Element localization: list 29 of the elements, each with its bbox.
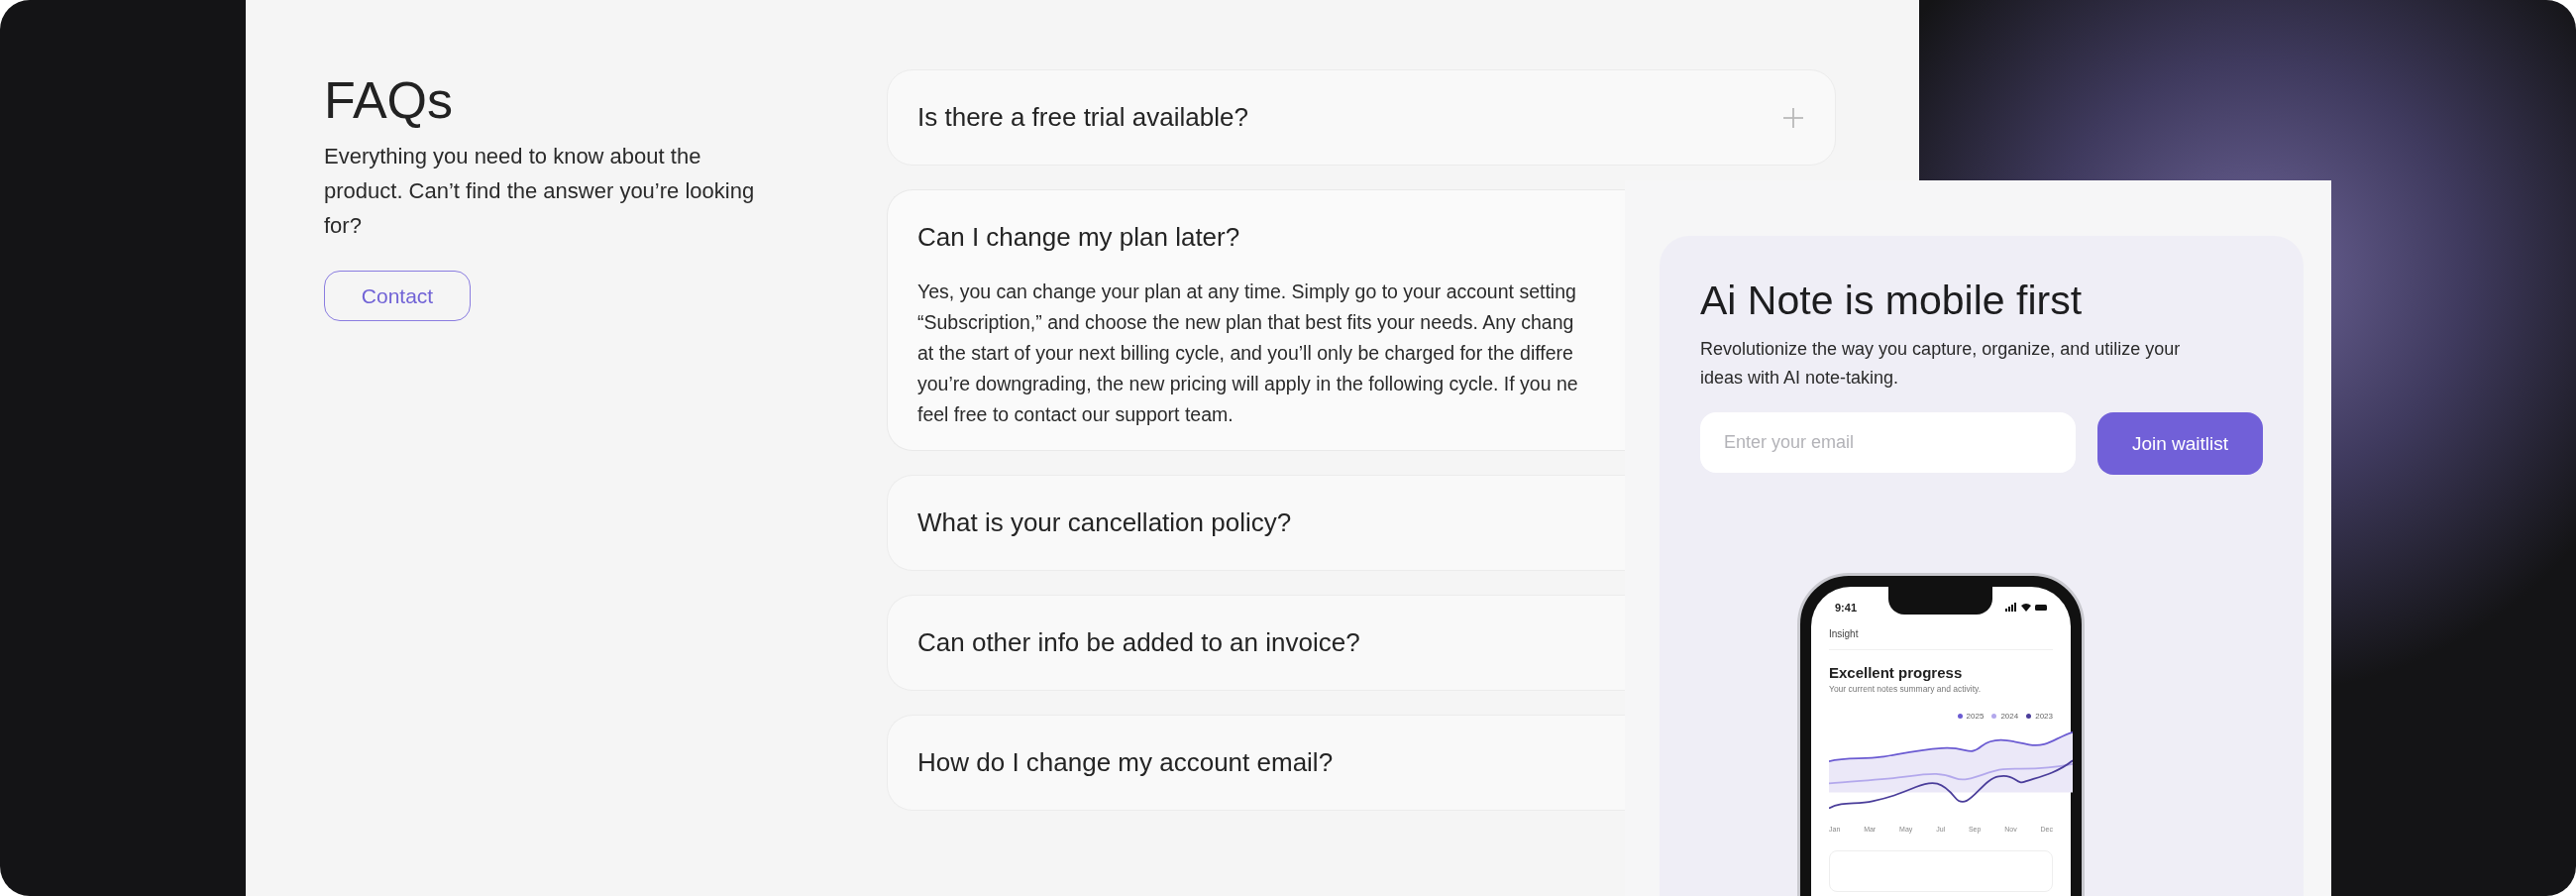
- faq-subtitle: Everything you need to know about the product. Can’t find the answer you’re looking for?: [324, 143, 756, 240]
- email-field[interactable]: Enter your email: [1700, 412, 2076, 473]
- faq-item[interactable]: How do I change my account email?: [887, 715, 1625, 811]
- legend-label: 2024: [2000, 712, 2019, 721]
- status-icons-drawing: [2005, 603, 2047, 613]
- screen-header: Insight: [1829, 628, 2053, 650]
- faq-question: What is your cancellation policy?: [917, 507, 1292, 538]
- join-waitlist-button[interactable]: Join waitlist: [2097, 412, 2263, 475]
- faq-item[interactable]: Is there a free trial available?: [887, 69, 1836, 166]
- faq-title: FAQs: [324, 70, 455, 131]
- legend-label: 2023: [2035, 712, 2053, 721]
- legend-label: 2025: [1966, 712, 1985, 721]
- faq-item[interactable]: What is your cancellation policy?: [887, 475, 1625, 571]
- faq-answer-line: you’re downgrading, the new pricing will apply in the following cycle. If you ne: [917, 372, 1578, 396]
- progress-title: Excellent progress: [1829, 664, 1964, 681]
- contact-button[interactable]: Contact: [324, 271, 471, 321]
- progress-subtitle: Your current notes summary and activity.: [1829, 684, 1983, 694]
- promo-title: Ai Note is mobile first: [1700, 277, 2084, 325]
- faq-answer-line: “Subscription,” and choose the new plan that best fits your needs. Any chang: [917, 310, 1574, 335]
- faq-item[interactable]: Can other info be added to an invoice?: [887, 595, 1625, 691]
- faq-question: Is there a free trial available?: [917, 102, 1248, 133]
- faq-answer-line: feel free to contact our support team.: [917, 402, 1234, 427]
- faq-question: Can other info be added to an invoice?: [917, 627, 1360, 658]
- faq-question: Can I change my plan later?: [917, 222, 1240, 253]
- status-time: 9:41: [1835, 602, 1858, 614]
- faq-answer-line: Yes, you can change your plan at any time. Simply go to your account setting: [917, 280, 1576, 304]
- faq-question: How do I change my account email?: [917, 747, 1334, 778]
- faq-answer-line: at the start of your next billing cycle, and you’ll only be charged for the differe: [917, 341, 1573, 366]
- promo-description: Revolutionize the way you capture, organize, and utilize your ideas with AI note-taking.: [1700, 338, 2182, 390]
